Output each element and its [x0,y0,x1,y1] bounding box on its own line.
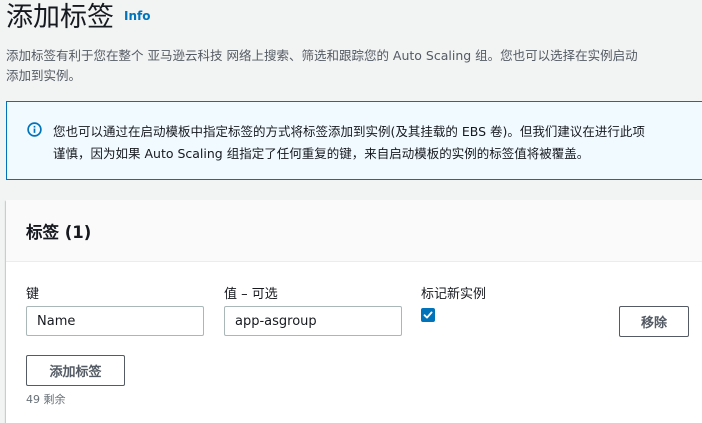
description-line-1: 添加标签有利于您在整个 亚马逊云科技 网络上搜索、筛选和跟踪您的 Auto Sc… [6,48,638,63]
key-column-label: 键 [26,287,40,302]
tag-value-input[interactable] [224,306,402,336]
info-link[interactable]: Info [124,9,150,23]
tags-page: 添加标签 Info 添加标签有利于您在整个 亚马逊云科技 网络上搜索、筛选和跟踪… [0,0,702,423]
value-column-label: 值 – 可选 [224,287,278,302]
description-line-2: 添加到实例。 [6,68,82,83]
page-title: 添加标签 [6,2,114,33]
alert-text: 您也可以通过在启动模板中指定标签的方式将标签添加到实例(及其挂载的 EBS 卷)… [53,121,645,165]
alert-line-2: 谨慎，因为如果 Auto Scaling 组指定了任何重复的键，来自启动模板的实… [53,146,590,161]
checkmark-icon [423,311,433,319]
info-alert: 您也可以通过在启动模板中指定标签的方式将标签添加到实例(及其挂载的 EBS 卷)… [6,101,702,180]
tags-panel-title: 标签 (1) [26,223,92,242]
tags-panel-header: 标签 (1) [6,200,702,262]
tags-remaining-count: 49 剩余 [26,393,66,406]
add-tag-button[interactable]: 添加标签 [26,355,125,386]
alert-line-1: 您也可以通过在启动模板中指定标签的方式将标签添加到实例(及其挂载的 EBS 卷)… [53,124,645,139]
title-row: 添加标签 Info [6,0,150,36]
tag-new-instances-label: 标记新实例 [421,287,487,302]
info-circle-icon [27,122,42,137]
page-description: 添加标签有利于您在整个 亚马逊云科技 网络上搜索、筛选和跟踪您的 Auto Sc… [6,46,702,86]
remove-tag-button[interactable]: 移除 [619,306,689,337]
tag-key-input[interactable] [26,306,204,336]
tag-new-instances-checkbox[interactable] [421,308,435,322]
